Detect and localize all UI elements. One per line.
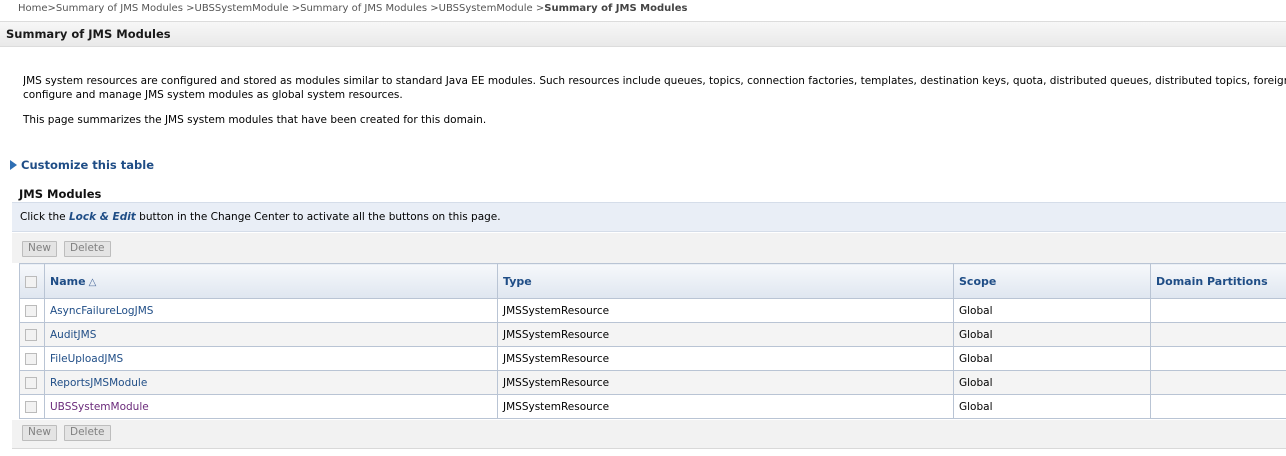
breadcrumb-summary-jms-modules[interactable]: Summary of JMS Modules bbox=[56, 3, 183, 14]
module-link[interactable]: AsyncFailureLogJMS bbox=[50, 305, 153, 317]
table-row: ReportsJMSModule JMSSystemResource Globa… bbox=[19, 370, 1286, 395]
jms-modules-table: Name △ Type Scope Domain Partitions Async… bbox=[19, 263, 1286, 419]
row-select-cell bbox=[19, 298, 45, 323]
type-cell: JMSSystemResource bbox=[497, 322, 954, 347]
row-select-cell bbox=[19, 370, 45, 395]
partitions-cell bbox=[1150, 322, 1286, 347]
hint-suffix: button in the Change Center to activate … bbox=[135, 211, 501, 223]
description-line-1: JMS system resources are configured and … bbox=[23, 75, 1286, 87]
column-header-scope[interactable]: Scope bbox=[953, 263, 1151, 299]
name-cell: FileUploadJMS bbox=[44, 346, 498, 371]
type-cell: JMSSystemResource bbox=[497, 394, 954, 419]
breadcrumb-current: Summary of JMS Modules bbox=[544, 3, 688, 14]
table-header-row: Name △ Type Scope Domain Partitions bbox=[19, 263, 1286, 299]
column-header-name-label: Name bbox=[50, 274, 86, 288]
sort-ascending-icon: △ bbox=[88, 276, 97, 288]
table-row: AsyncFailureLogJMS JMSSystemResource Glo… bbox=[19, 298, 1286, 323]
module-link[interactable]: UBSSystemModule bbox=[50, 401, 149, 413]
breadcrumb-home[interactable]: Home bbox=[18, 3, 48, 14]
table-row: UBSSystemModule JMSSystemResource Global bbox=[19, 394, 1286, 419]
hint-prefix: Click the bbox=[20, 211, 69, 223]
breadcrumb-separator: > bbox=[430, 3, 439, 14]
column-header-domain-partitions[interactable]: Domain Partitions bbox=[1150, 263, 1286, 299]
page-description: JMS system resources are configured and … bbox=[23, 74, 1286, 102]
name-cell: AsyncFailureLogJMS bbox=[44, 298, 498, 323]
breadcrumb: Home>Summary of JMS Modules >UBSSystemMo… bbox=[18, 2, 687, 16]
scope-cell: Global bbox=[953, 346, 1151, 371]
breadcrumb-ubssystemmodule[interactable]: UBSSystemModule bbox=[195, 3, 289, 14]
table-toolbar-top: New Delete bbox=[12, 233, 1286, 263]
delete-button[interactable]: Delete bbox=[64, 425, 111, 441]
breadcrumb-separator: > bbox=[47, 3, 56, 14]
scope-cell: Global bbox=[953, 394, 1151, 419]
partitions-cell bbox=[1150, 346, 1286, 371]
lock-edit-emphasis: Lock & Edit bbox=[68, 211, 136, 223]
row-checkbox[interactable] bbox=[25, 328, 37, 341]
module-link[interactable]: AuditJMS bbox=[50, 329, 96, 341]
name-cell: AuditJMS bbox=[44, 322, 498, 347]
column-header-name[interactable]: Name △ bbox=[44, 263, 498, 299]
name-cell: ReportsJMSModule bbox=[44, 370, 498, 395]
partitions-cell bbox=[1150, 370, 1286, 395]
change-center-hint: Click the Lock & Edit button in the Chan… bbox=[12, 202, 1286, 232]
hint-text: Click the Lock & Edit button in the Chan… bbox=[20, 211, 501, 223]
type-cell: JMSSystemResource bbox=[497, 346, 954, 371]
row-checkbox[interactable] bbox=[25, 376, 37, 389]
new-button[interactable]: New bbox=[22, 425, 57, 441]
triangle-right-icon bbox=[10, 160, 17, 170]
scope-cell: Global bbox=[953, 370, 1151, 395]
breadcrumb-separator: > bbox=[186, 3, 195, 14]
new-button[interactable]: New bbox=[22, 241, 57, 257]
page-summary-text: This page summarizes the JMS system modu… bbox=[23, 114, 487, 126]
row-select-cell bbox=[19, 346, 45, 371]
type-cell: JMSSystemResource bbox=[497, 370, 954, 395]
breadcrumb-ubssystemmodule-2[interactable]: UBSSystemModule bbox=[439, 3, 533, 14]
table-toolbar-bottom: New Delete bbox=[12, 420, 1286, 449]
breadcrumb-summary-jms-modules-2[interactable]: Summary of JMS Modules bbox=[300, 3, 427, 14]
table-row: FileUploadJMS JMSSystemResource Global bbox=[19, 346, 1286, 371]
row-checkbox[interactable] bbox=[25, 400, 37, 413]
breadcrumb-separator: > bbox=[291, 3, 301, 14]
page-title: Summary of JMS Modules bbox=[6, 27, 171, 41]
scope-cell: Global bbox=[953, 298, 1151, 323]
select-all-header bbox=[19, 263, 45, 299]
section-title: JMS Modules bbox=[19, 187, 102, 201]
table-row: AuditJMS JMSSystemResource Global bbox=[19, 322, 1286, 347]
customize-table-label: Customize this table bbox=[21, 158, 154, 172]
type-cell: JMSSystemResource bbox=[497, 298, 954, 323]
scope-cell: Global bbox=[953, 322, 1151, 347]
row-checkbox[interactable] bbox=[25, 352, 37, 365]
description-line-2: configure and manage JMS system modules … bbox=[23, 89, 403, 101]
breadcrumb-separator: > bbox=[535, 3, 545, 14]
partitions-cell bbox=[1150, 298, 1286, 323]
name-cell: UBSSystemModule bbox=[44, 394, 498, 419]
module-link[interactable]: FileUploadJMS bbox=[50, 353, 123, 365]
delete-button[interactable]: Delete bbox=[64, 241, 111, 257]
column-header-type[interactable]: Type bbox=[497, 263, 954, 299]
module-link[interactable]: ReportsJMSModule bbox=[50, 377, 147, 389]
row-select-cell bbox=[19, 394, 45, 419]
row-select-cell bbox=[19, 322, 45, 347]
page-title-bar: Summary of JMS Modules bbox=[0, 21, 1286, 47]
customize-table-link[interactable]: Customize this table bbox=[10, 157, 154, 173]
select-all-checkbox[interactable] bbox=[25, 275, 37, 288]
row-checkbox[interactable] bbox=[25, 304, 37, 317]
partitions-cell bbox=[1150, 394, 1286, 419]
